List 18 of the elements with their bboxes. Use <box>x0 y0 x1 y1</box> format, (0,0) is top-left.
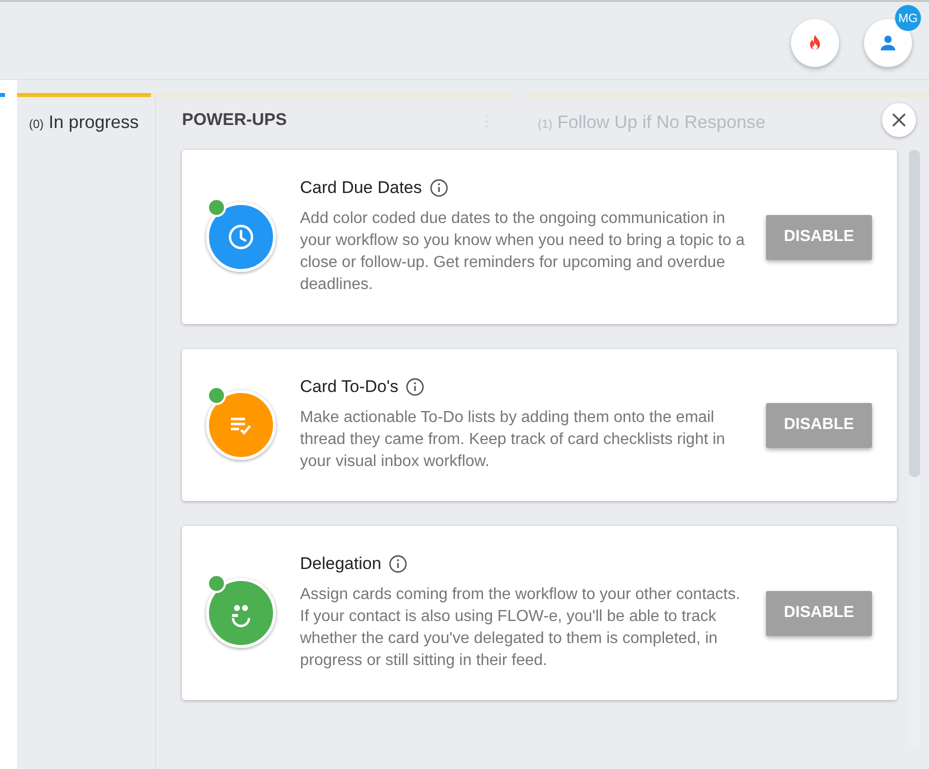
disable-button[interactable]: DISABLE <box>766 402 872 448</box>
flame-button[interactable] <box>791 18 839 66</box>
card-title: Delegation <box>300 554 382 574</box>
card-description: Assign cards coming from the workflow to your other contacts. If your contact is also using FLOW-e, you'll be able to track whether the card you've delegated to them is completed, in progress or still sitting in their feed. <box>300 585 742 671</box>
panel-title: POWER-UPS <box>182 110 287 130</box>
column-count: (0) <box>29 117 44 131</box>
column-title: In progress <box>48 112 139 132</box>
card-title: Card To-Do's <box>300 377 398 397</box>
info-icon[interactable] <box>430 179 448 197</box>
close-icon <box>891 112 907 128</box>
disable-button[interactable]: DISABLE <box>766 214 872 260</box>
disable-button[interactable]: DISABLE <box>766 590 872 636</box>
card-description: Add color coded due dates to the ongoing communication in your workflow so you know when you need to bring a topic to a close or follow-up. Get reminders for upcoming and overdue deadlines. <box>300 209 745 295</box>
avatar-badge: MG <box>895 4 921 30</box>
card-title: Card Due Dates <box>300 178 422 198</box>
info-icon[interactable] <box>389 555 408 573</box>
info-icon[interactable] <box>406 378 424 396</box>
card-description: Make actionable To-Do lists by adding them onto the email thread they came from. Keep track of card checklists right in your visual inbox workflow. <box>300 408 726 472</box>
